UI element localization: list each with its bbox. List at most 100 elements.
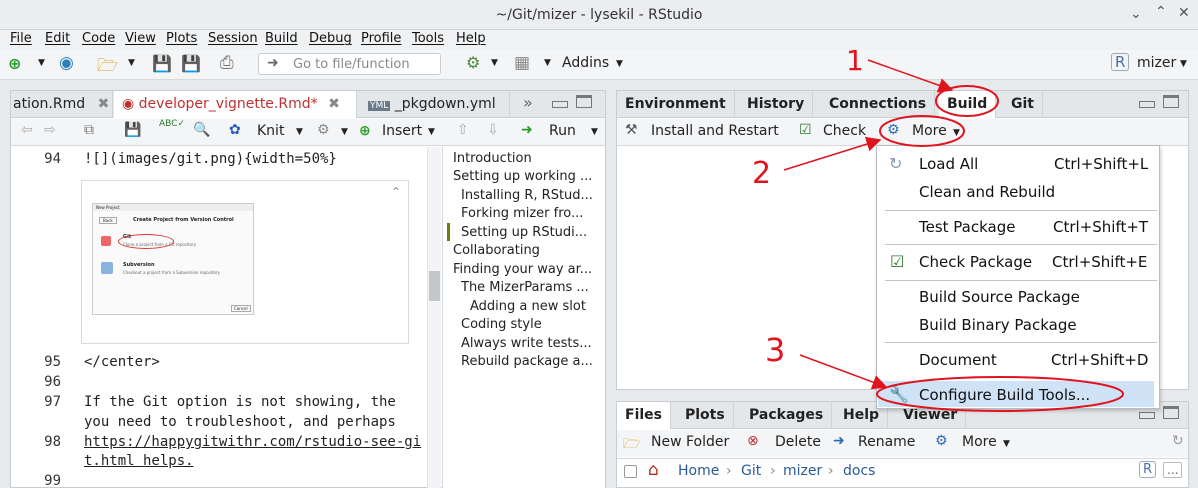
menu-view[interactable]: View [125, 30, 156, 48]
menu-session[interactable]: Session [208, 30, 258, 48]
more-path-icon[interactable]: ... [1163, 462, 1183, 478]
close-icon[interactable]: ✕ [1178, 5, 1190, 21]
up-arrow-icon[interactable]: ⇧ [457, 122, 469, 138]
code-link[interactable]: t.html helps. [84, 453, 194, 469]
chevron-down-icon[interactable]: ▼ [1180, 59, 1187, 69]
insert-chunk-icon[interactable]: ⊕ [359, 123, 371, 139]
code-link[interactable]: https://happygitwithr.com/rstudio-see-gi [84, 434, 421, 450]
home-icon[interactable]: ⌂ [648, 460, 659, 480]
breadcrumb-home[interactable]: Home [678, 463, 719, 479]
tab-pkgdown[interactable]: YML _pkgdown.yml ✖ [358, 91, 510, 140]
menu-profile[interactable]: Profile [361, 30, 401, 48]
code-area[interactable]: 94 ![](images/git.png){width=50%} ⌃ New … [11, 147, 441, 488]
chevron-down-icon[interactable]: ▼ [296, 127, 303, 137]
menu-tools[interactable]: Tools [412, 30, 444, 48]
outline-item[interactable]: Setting up RStudi... [461, 225, 587, 240]
down-arrow-icon[interactable]: ⇩ [487, 122, 499, 138]
pane-layout-icon[interactable]: ▦ [514, 53, 530, 73]
menu-build[interactable]: Build [265, 30, 298, 48]
outline-item[interactable]: Finding your way ar... [453, 262, 592, 277]
outline-item[interactable]: The MizerParams ... [461, 280, 589, 295]
outline-item[interactable]: Adding a new slot [470, 299, 586, 314]
scroll-thumb[interactable] [429, 271, 440, 301]
check-button[interactable]: Check [823, 123, 866, 139]
back-icon[interactable]: ⇦ [21, 122, 33, 138]
menu-plots[interactable]: Plots [166, 30, 197, 48]
outline-item[interactable]: Rebuild package a... [461, 354, 593, 369]
addins-menu[interactable]: Addins [562, 55, 609, 71]
refresh-icon[interactable]: ↻ [1172, 433, 1184, 449]
tab-developer-vignette[interactable]: ◉ developer_vignette.Rmd* ✖ [114, 91, 357, 118]
outline-item[interactable]: Setting up working ... [453, 169, 592, 184]
vcs-icon[interactable]: ⚙ [466, 53, 480, 72]
tab-history[interactable]: History [739, 91, 814, 118]
run-button[interactable]: Run [549, 123, 576, 139]
knit-button[interactable]: Knit [257, 123, 284, 139]
menu-load-all[interactable]: Load All [919, 155, 978, 173]
tab-git[interactable]: Git [1003, 91, 1043, 118]
outline-item[interactable]: Collaborating [453, 243, 540, 258]
forward-icon[interactable]: ⇨ [44, 122, 56, 138]
minimize-icon[interactable]: ⌄ [1130, 6, 1142, 22]
menu-build-binary[interactable]: Build Binary Package [919, 316, 1077, 334]
menu-code[interactable]: Code [82, 30, 115, 48]
editor-scrollbar[interactable] [427, 147, 441, 488]
tab-ation[interactable]: ation.Rmd ✖ [11, 91, 113, 118]
project-name[interactable]: mizer [1137, 55, 1176, 71]
more-button[interactable]: More [962, 434, 997, 450]
knit-icon[interactable]: ✿ [229, 122, 241, 138]
tab-environment[interactable]: Environment [617, 91, 735, 118]
tab-files[interactable]: Files [617, 402, 671, 429]
minimize-pane-icon[interactable] [1139, 101, 1155, 108]
breadcrumb-git[interactable]: Git [741, 463, 761, 479]
maximize-pane-icon[interactable] [1163, 95, 1179, 108]
close-tab-icon[interactable]: ✖ [98, 96, 110, 112]
install-restart-button[interactable]: Install and Restart [651, 123, 779, 139]
chevron-down-icon[interactable]: ▼ [491, 58, 498, 68]
menu-debug[interactable]: Debug [309, 30, 352, 48]
run-icon[interactable]: ➜ [521, 122, 533, 138]
maximize-pane-icon[interactable] [1163, 406, 1179, 419]
new-folder-button[interactable]: New Folder [651, 434, 729, 450]
new-project-icon[interactable]: ◉ [59, 53, 74, 73]
rename-button[interactable]: Rename [858, 434, 915, 450]
outline-item[interactable]: Coding style [461, 317, 542, 332]
chevron-down-icon[interactable]: ▼ [128, 58, 135, 68]
tab-connections[interactable]: Connections [821, 91, 936, 118]
gear-icon[interactable]: ⚙ [317, 122, 330, 138]
outline-item[interactable]: Introduction [453, 151, 532, 166]
spellcheck-icon[interactable]: ABC✓ [159, 119, 185, 129]
select-all-checkbox[interactable] [624, 465, 637, 478]
menu-configure-build-tools[interactable]: Configure Build Tools... [919, 386, 1090, 404]
menu-test-package[interactable]: Test Package [919, 218, 1015, 236]
menu-file[interactable]: File [10, 30, 32, 48]
outline-item[interactable]: Installing R, RStud... [461, 188, 593, 203]
collapse-icon[interactable]: ⌃ [391, 185, 401, 199]
tab-plots[interactable]: Plots [677, 402, 734, 429]
tab-packages[interactable]: Packages [741, 402, 833, 429]
chevron-down-icon[interactable]: ▼ [616, 59, 623, 69]
chevron-down-icon[interactable]: ▼ [428, 127, 435, 137]
menu-check-package[interactable]: Check Package [919, 253, 1032, 271]
outline-item[interactable]: Forking mizer fro... [461, 206, 583, 221]
open-folder-icon[interactable]: 🗁 [97, 53, 118, 82]
r-project-icon[interactable]: R [1139, 461, 1157, 478]
delete-button[interactable]: Delete [775, 434, 821, 450]
menu-help[interactable]: Help [456, 30, 486, 48]
menu-build-source[interactable]: Build Source Package [919, 288, 1080, 306]
tab-build[interactable]: Build [939, 91, 997, 118]
maximize-icon[interactable]: ⌃ [1155, 4, 1167, 20]
maximize-pane-icon[interactable] [576, 95, 592, 108]
chevron-down-icon[interactable]: ▼ [953, 128, 960, 138]
breadcrumb-mizer[interactable]: mizer [783, 463, 822, 479]
chevron-down-icon[interactable]: ▼ [1003, 439, 1010, 449]
outline-item[interactable]: Always write tests... [461, 336, 592, 351]
show-in-window-icon[interactable]: ⧉ [84, 122, 94, 138]
menu-clean-rebuild[interactable]: Clean and Rebuild [919, 183, 1055, 201]
more-button[interactable]: More [912, 123, 947, 139]
menu-document[interactable]: Document [919, 351, 997, 369]
save-icon[interactable]: 💾 [152, 54, 172, 73]
save-icon[interactable]: 💾 [124, 122, 141, 138]
menu-edit[interactable]: Edit [45, 30, 70, 48]
new-file-icon[interactable]: ⊕ [8, 54, 21, 73]
